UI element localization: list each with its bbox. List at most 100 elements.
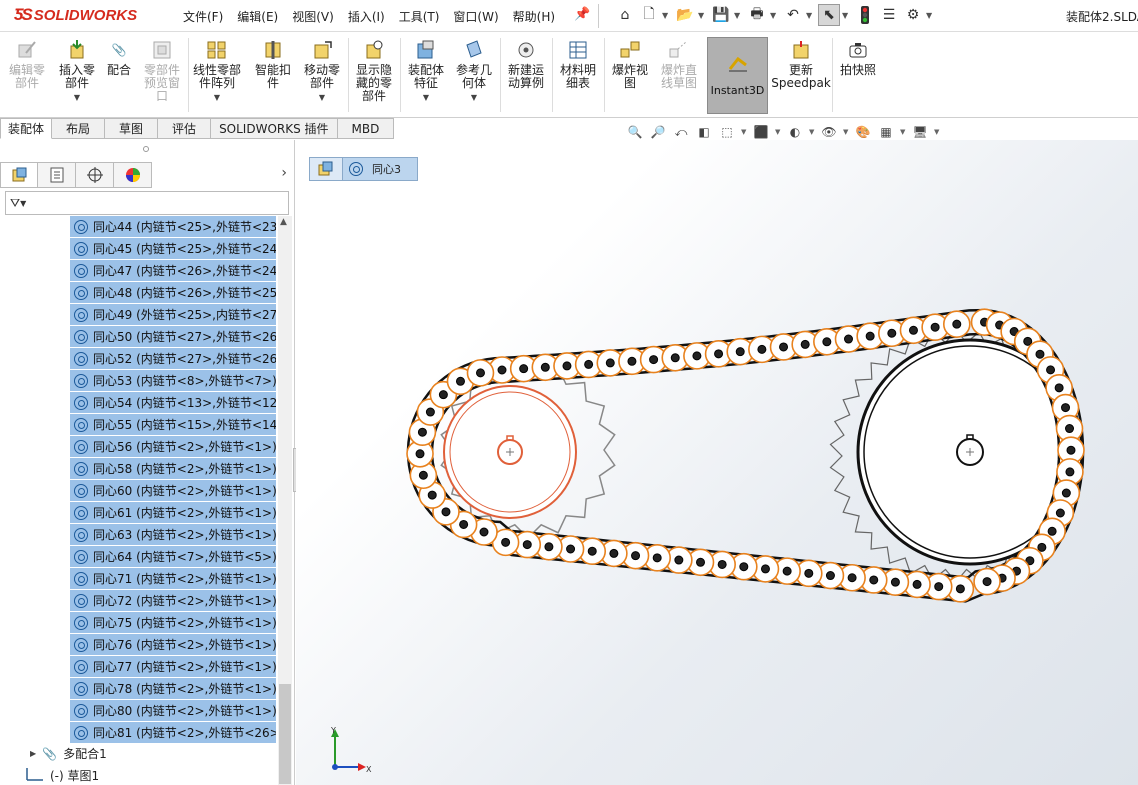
tab-sketch[interactable]: 草图 [105,118,159,139]
menu-window[interactable]: 窗口(W) [453,8,498,25]
menu-edit[interactable]: 编辑(E) [237,8,278,25]
mate-tree-item[interactable]: 同心76 (内链节<2>,外链节<1>) [70,634,276,656]
home-icon[interactable]: ⌂ [614,4,636,26]
chevron-down-icon[interactable]: ▼ [734,11,744,20]
tab-mbd[interactable]: MBD [337,118,395,139]
traffic-light-icon[interactable] [854,4,876,26]
menu-file[interactable]: 文件(F) [183,8,223,25]
panel-grip-icon[interactable] [143,146,149,152]
chevron-down-icon[interactable]: ▼ [842,11,852,20]
sketch-node[interactable]: (-) 草图1 [26,767,99,784]
mate-tree-item[interactable]: 同心64 (内链节<7>,外链节<5>) [70,546,276,568]
exploded-view-button[interactable]: 爆炸视 图 [608,38,652,90]
graphics-area[interactable]: 同心3 Y X [296,140,1138,785]
insert-component-button[interactable]: 插入零 部件 ▼ [56,38,98,104]
assembly-breadcrumb-icon[interactable] [309,157,343,181]
mate-tree-item[interactable]: 同心72 (内链节<2>,外链节<1>) [70,590,276,612]
mate-tree-item[interactable]: 同心63 (内链节<2>,外链节<1>) [70,524,276,546]
chevron-down-icon[interactable]: ▼ [770,11,780,20]
options-gear-icon[interactable]: ⚙ [902,4,924,26]
chevron-down-icon[interactable]: ▼ [662,11,672,20]
chevron-down-icon[interactable]: ▼ [214,91,220,104]
view-orientation-icon[interactable]: ⬛ [752,123,770,141]
chevron-right-icon[interactable]: › [281,165,287,181]
mate-tree-item[interactable]: 同心60 (内链节<2>,外链节<1>) [70,480,276,502]
chevron-down-icon[interactable]: ▼ [926,11,936,20]
chevron-down-icon[interactable]: ▼ [775,128,781,136]
select-cursor-icon[interactable]: ⬉ [818,4,840,26]
print-icon[interactable]: 🖶 [746,4,768,26]
mate-button[interactable]: 📎 配合 [104,38,134,77]
mate-tree-item[interactable]: 同心78 (内链节<2>,外链节<1>) [70,678,276,700]
scrollbar-thumb[interactable] [279,684,291,784]
dynamic-annotation-icon[interactable]: ⬚ [718,123,736,141]
reference-geometry-button[interactable]: 参考几 何体 ▼ [452,38,496,104]
chevron-down-icon[interactable]: ▼ [806,11,816,20]
tab-evaluate[interactable]: 评估 [158,118,212,139]
show-hidden-components-button[interactable]: 显示隐 藏的零 部件 [352,38,396,103]
display-manager-tab-icon[interactable] [114,162,152,188]
instant3d-button[interactable]: Instant3D [707,37,768,114]
snapshot-button[interactable]: 拍快照 [836,38,880,77]
mate-tree-item[interactable]: 同心54 (内链节<13>,外链节<12>) [70,392,276,414]
mate-tree-item[interactable]: 同心81 (内链节<2>,外链节<26>) [70,722,276,744]
file-properties-icon[interactable]: ☰ [878,4,900,26]
edit-component-button[interactable]: 编辑零 部件 [6,38,48,90]
mate-tree-item[interactable]: 同心58 (内链节<2>,外链节<1>) [70,458,276,480]
tab-addins[interactable]: SOLIDWORKS 插件 [211,118,338,139]
configuration-manager-tab-icon[interactable] [76,162,114,188]
mate-tree-item[interactable]: 同心77 (内链节<2>,外链节<1>) [70,656,276,678]
assembly-model[interactable] [296,140,1138,785]
chevron-down-icon[interactable]: ▼ [471,91,477,104]
chevron-down-icon[interactable]: ▼ [319,91,325,104]
mate-tree-item[interactable]: 同心48 (内链节<26>,外链节<25>) [70,282,276,304]
zoom-to-area-icon[interactable]: 🔎 [649,123,667,141]
pin-icon[interactable]: 📌 [574,7,590,22]
move-component-button[interactable]: 移动零 部件 ▼ [300,38,344,104]
chevron-down-icon[interactable]: ▼ [74,91,80,104]
view-settings-icon[interactable]: 🖥 [911,123,929,141]
mate-tree-item[interactable]: 同心50 (内链节<27>,外链节<26>) [70,326,276,348]
mate-tree-item[interactable]: 同心75 (内链节<2>,外链节<1>) [70,612,276,634]
multi-mate-node[interactable]: ▶ 📎 多配合1 [30,745,107,762]
mate-tree-item[interactable]: 同心56 (内链节<2>,外链节<1>) [70,436,276,458]
chevron-down-icon[interactable]: ▼ [843,128,849,136]
mate-tree-item[interactable]: 同心61 (内链节<2>,外链节<1>) [70,502,276,524]
expand-arrow-icon[interactable]: ▶ [30,749,36,758]
menu-view[interactable]: 视图(V) [292,8,334,25]
hide-show-items-icon[interactable]: 👁 [820,123,838,141]
menu-help[interactable]: 帮助(H) [513,8,555,25]
new-motion-study-button[interactable]: 新建运 动算例 [504,38,548,90]
tab-layout[interactable]: 布局 [52,118,106,139]
open-folder-icon[interactable]: 📂 [674,4,696,26]
mate-tree-item[interactable]: 同心44 (内链节<25>,外链节<23>) [70,216,276,238]
previous-view-icon[interactable]: ⤺ [672,123,690,141]
chevron-down-icon[interactable]: ▼ [809,128,815,136]
apply-scene-icon[interactable]: ▦ [877,123,895,141]
breadcrumb-item[interactable]: 同心3 [343,157,418,181]
linear-pattern-button[interactable]: 线性零部 件阵列 ▼ [190,38,244,104]
mate-tree-item[interactable]: 同心55 (内链节<15>,外链节<14>) [70,414,276,436]
section-view-icon[interactable]: ◧ [695,123,713,141]
menu-tools[interactable]: 工具(T) [399,8,440,25]
explode-line-sketch-button[interactable]: 爆炸直 线草图 [656,38,702,90]
display-style-icon[interactable]: ◐ [786,123,804,141]
mate-tree-item[interactable]: 同心45 (内链节<25>,外链节<24>) [70,238,276,260]
smart-fasteners-button[interactable]: 智能扣 件 [251,38,295,90]
mate-tree-item[interactable]: 同心47 (内链节<26>,外链节<24>) [70,260,276,282]
feature-manager-tab-icon[interactable] [0,162,38,188]
scroll-up-icon[interactable]: ▲ [280,217,287,227]
new-document-icon[interactable]: 🗋 [638,4,660,26]
mate-tree-item[interactable]: 同心80 (内链节<2>,外链节<1>) [70,700,276,722]
menu-insert[interactable]: 插入(I) [348,8,385,25]
edit-appearance-icon[interactable]: 🎨 [854,123,872,141]
solidworks-logo[interactable]: ƼS SOLIDWORKS [14,5,137,25]
mate-tree-item[interactable]: 同心52 (内链节<27>,外链节<26>) [70,348,276,370]
chevron-down-icon[interactable]: ▼ [934,128,940,136]
assembly-features-button[interactable]: 装配体 特征 ▼ [404,38,448,104]
undo-icon[interactable]: ↶ [782,4,804,26]
component-preview-button[interactable]: 零部件 预览窗 口 [140,38,184,103]
mate-tree-item[interactable]: 同心49 (外链节<25>,内链节<27>) [70,304,276,326]
tree-filter[interactable]: ⛛ ▼ [5,191,289,215]
bill-of-materials-button[interactable]: 材料明 细表 [556,38,600,90]
